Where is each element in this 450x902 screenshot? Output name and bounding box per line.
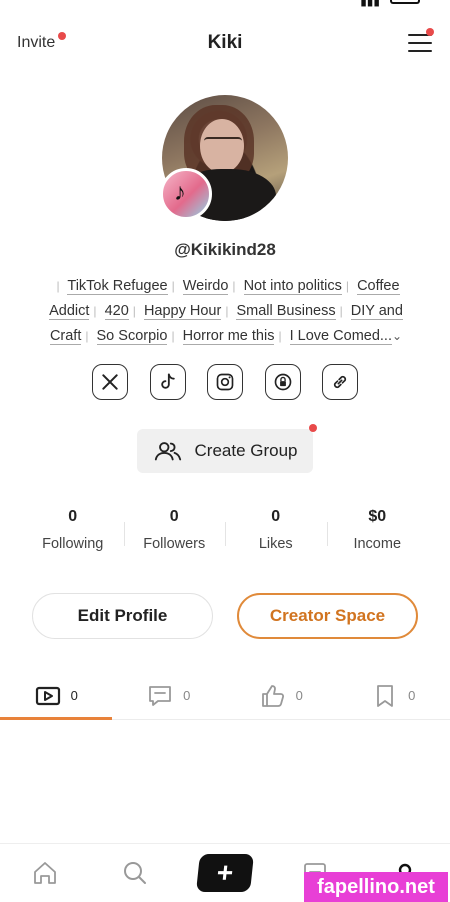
content-tabs: 0 0 0 0 [0, 672, 450, 720]
stat-label: Followers [143, 536, 206, 552]
header: Invite Kiki [0, 22, 450, 66]
stat-label: Following [42, 536, 104, 552]
tag-item[interactable]: Not into politics [243, 278, 342, 295]
thumbs-up-icon [261, 684, 284, 707]
tab-count: 0 [408, 688, 416, 703]
stat-followers[interactable]: 0 Followers [123, 508, 226, 562]
stat-label: Income [353, 536, 402, 552]
tag-item[interactable]: I Love Comed... [289, 328, 392, 345]
edit-profile-button[interactable]: Edit Profile [32, 593, 213, 639]
nav-search[interactable] [90, 844, 180, 902]
tab-likes[interactable]: 0 [225, 672, 338, 719]
tab-count: 0 [70, 688, 78, 703]
x-icon[interactable] [92, 364, 128, 400]
create-group-label: Create Group [194, 441, 298, 460]
tab-count: 0 [183, 688, 191, 703]
create-group-notification-dot [309, 424, 317, 432]
tab-saved[interactable]: 0 [338, 672, 450, 719]
stat-likes[interactable]: 0 Likes [225, 508, 327, 562]
bookmark-icon [377, 684, 394, 707]
stat-value: 0 [68, 508, 78, 525]
tag-item[interactable]: 420 [104, 303, 129, 320]
tag-item[interactable]: Weirdo [182, 278, 229, 295]
instagram-icon[interactable] [207, 364, 243, 400]
tiktok-badge-icon: ♪ [160, 168, 212, 220]
stat-income[interactable]: $0 Income [326, 508, 429, 562]
profile-handle: @Kikikind28 [174, 240, 276, 259]
stat-following[interactable]: 0 Following [22, 508, 124, 562]
video-icon [35, 686, 60, 705]
search-icon [124, 862, 146, 884]
tag-item[interactable]: So Scorpio [96, 328, 168, 345]
stat-label: Likes [258, 536, 293, 552]
profile-actions: Edit Profile Creator Space [32, 593, 418, 639]
nav-create[interactable]: + [180, 844, 270, 902]
stat-value: 0 [169, 508, 179, 525]
stat-value: 0 [271, 508, 281, 525]
profile-stats: 0 Following 0 Followers 0 Likes $0 Incom… [22, 508, 428, 562]
tag-item[interactable]: Happy Hour [143, 303, 222, 320]
create-post-button[interactable]: + [196, 854, 254, 892]
link-icon[interactable] [322, 364, 358, 400]
social-links [92, 364, 358, 400]
menu-icon[interactable] [408, 34, 432, 54]
lock-icon[interactable] [264, 364, 301, 400]
home-icon [34, 862, 56, 884]
menu-notification-dot [426, 28, 434, 36]
tag-item[interactable]: Small Business [236, 303, 336, 320]
tag-item[interactable]: Horror me this [182, 328, 275, 345]
battery-icon [390, 0, 420, 4]
profile-tags: | TikTok Refugee | Weirdo | Not into polit… [49, 278, 403, 345]
tag-item[interactable]: TikTok Refugee [67, 278, 168, 295]
page-title: Kiki [207, 32, 243, 53]
tiktok-icon[interactable] [149, 364, 186, 400]
group-icon [154, 442, 181, 461]
stat-value: $0 [368, 508, 387, 525]
watermark: fapellino.net [304, 872, 448, 902]
signal-icon: ▮▮▮ [360, 0, 380, 8]
tab-count: 0 [295, 688, 303, 703]
create-group-button[interactable]: Create Group [137, 429, 313, 473]
tab-videos[interactable]: 0 [0, 672, 113, 720]
creator-space-button[interactable]: Creator Space [237, 593, 418, 639]
expand-chevron-icon[interactable]: ⌄ [392, 329, 402, 343]
comment-icon [149, 685, 172, 706]
nav-home[interactable] [0, 844, 90, 902]
tab-comments[interactable]: 0 [113, 672, 226, 719]
status-bar: ▮▮▮ [0, 0, 450, 8]
